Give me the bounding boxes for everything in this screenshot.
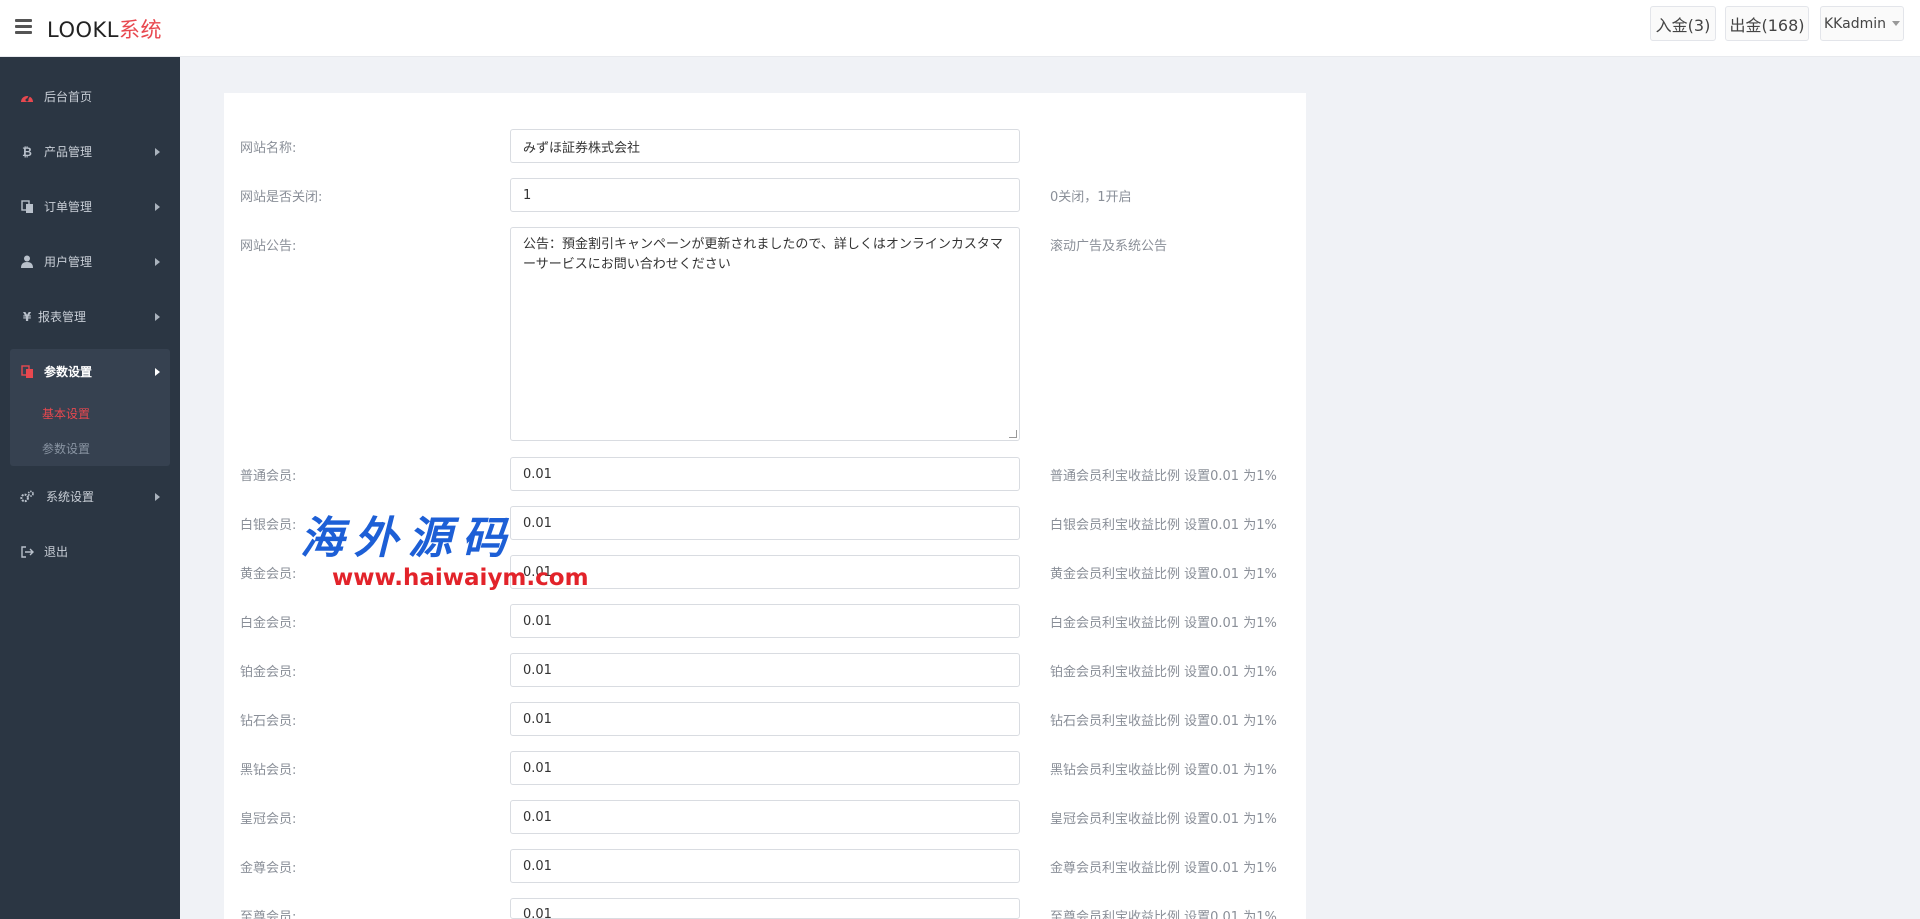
menu-toggle-icon[interactable] bbox=[15, 19, 32, 34]
level-rate-input[interactable]: 0.01 bbox=[510, 800, 1020, 834]
level-label: 白银会员: bbox=[240, 518, 297, 533]
level-rate-input[interactable]: 0.01 bbox=[510, 702, 1020, 736]
level-rate-input[interactable]: 0.01 bbox=[510, 898, 1020, 919]
sidebar-item-label: 退出 bbox=[44, 545, 69, 559]
brand-name-accent: 系统 bbox=[118, 18, 162, 42]
deposit-button[interactable]: 入金(3) bbox=[1650, 6, 1716, 41]
level-label: 黄金会员: bbox=[240, 567, 297, 582]
top-bar: LOOKL系统 入金(3) 出金(168) KKadmin bbox=[0, 0, 1920, 57]
level-label: 白金会员: bbox=[240, 616, 297, 631]
sidebar-item-label: 系统设置 bbox=[46, 490, 95, 504]
user-name: KKadmin bbox=[1824, 15, 1886, 32]
chevron-right-icon bbox=[155, 492, 160, 501]
sidebar: 后台首页 ₿ 产品管理 订单管理 用户管理 ¥ 报表管理 参数设置 基本设置 参… bbox=[0, 57, 180, 919]
sidebar-item-label: 参数设置 bbox=[44, 365, 93, 379]
sidebar-subitem-param-settings[interactable]: 参数设置 bbox=[42, 440, 90, 457]
level-hint: 铂金会员利宝收益比例 设置0.01 为1% bbox=[1050, 665, 1277, 680]
level-rate-input[interactable]: 0.01 bbox=[510, 604, 1020, 638]
watermark: 海外源码 www.haiwaiym.com bbox=[300, 513, 589, 592]
sidebar-item-label: 后台首页 bbox=[44, 90, 93, 104]
sidebar-item-label: 产品管理 bbox=[44, 145, 93, 159]
watermark-url: www.haiwaiym.com bbox=[332, 565, 589, 591]
copy-icon bbox=[20, 199, 34, 214]
brand-name: LOOKL bbox=[47, 18, 119, 42]
sidebar-item-label: 报表管理 bbox=[38, 310, 87, 324]
level-hint: 至尊会员利宝收益比例 设置0.01 为1% bbox=[1050, 910, 1277, 919]
level-label: 皇冠会员: bbox=[240, 812, 297, 827]
user-icon bbox=[20, 255, 34, 269]
sidebar-item-label: 用户管理 bbox=[44, 255, 93, 269]
level-label: 至尊会员: bbox=[240, 910, 297, 919]
sidebar-item-logout[interactable]: 退出 bbox=[0, 524, 180, 579]
chevron-right-icon bbox=[155, 147, 160, 156]
site-name-label: 网站名称: bbox=[240, 141, 297, 156]
sidebar-item-users[interactable]: 用户管理 bbox=[0, 234, 180, 289]
gears-icon bbox=[20, 490, 34, 504]
bitcoin-icon: ₿ bbox=[22, 144, 32, 159]
level-hint: 普通会员利宝收益比例 设置0.01 为1% bbox=[1050, 469, 1277, 484]
sidebar-item-orders[interactable]: 订单管理 bbox=[0, 179, 180, 234]
deposit-label: 入金(3) bbox=[1655, 15, 1711, 35]
level-hint: 黑钻会员利宝收益比例 设置0.01 为1% bbox=[1050, 763, 1277, 778]
sign-out-icon bbox=[20, 545, 34, 559]
chevron-down-icon bbox=[155, 367, 160, 376]
site-closed-hint: 0关闭，1开启 bbox=[1050, 190, 1132, 205]
level-label: 黑钻会员: bbox=[240, 763, 297, 778]
level-rate-input[interactable]: 0.01 bbox=[510, 457, 1020, 491]
level-label: 金尊会员: bbox=[240, 861, 297, 876]
level-rate-input[interactable]: 0.01 bbox=[510, 653, 1020, 687]
yen-icon: ¥ bbox=[22, 309, 32, 324]
notice-hint: 滚动广告及系统公告 bbox=[1050, 239, 1168, 254]
site-name-input[interactable]: みずほ証券株式会社 bbox=[510, 129, 1020, 163]
sidebar-item-products[interactable]: ₿ 产品管理 bbox=[0, 124, 180, 179]
level-hint: 白金会员利宝收益比例 设置0.01 为1% bbox=[1050, 616, 1277, 631]
sidebar-item-params[interactable]: 参数设置 bbox=[0, 344, 180, 399]
level-hint: 皇冠会员利宝收益比例 设置0.01 为1% bbox=[1050, 812, 1277, 827]
withdraw-button[interactable]: 出金(168) bbox=[1725, 6, 1809, 41]
notice-label: 网站公告: bbox=[240, 239, 297, 254]
chevron-right-icon bbox=[155, 257, 160, 266]
site-closed-input[interactable]: 1 bbox=[510, 178, 1020, 212]
withdraw-label: 出金(168) bbox=[1729, 15, 1805, 35]
level-rate-input[interactable]: 0.01 bbox=[510, 849, 1020, 883]
sidebar-item-reports[interactable]: ¥ 报表管理 bbox=[0, 289, 180, 344]
chevron-right-icon bbox=[155, 202, 160, 211]
level-label: 普通会员: bbox=[240, 469, 297, 484]
sidebar-item-label: 订单管理 bbox=[44, 200, 93, 214]
level-hint: 钻石会员利宝收益比例 设置0.01 为1% bbox=[1050, 714, 1277, 729]
notice-textarea[interactable]: 公告：預金割引キャンペーンが更新されましたので、詳しくはオンラインカスタマーサー… bbox=[510, 227, 1020, 441]
sidebar-subitem-basic-settings[interactable]: 基本设置 bbox=[42, 405, 90, 422]
copy-icon bbox=[20, 364, 34, 379]
level-label: 钻石会员: bbox=[240, 714, 297, 729]
notice-text: 公告：預金割引キャンペーンが更新されましたので、詳しくはオンラインカスタマーサー… bbox=[523, 237, 1003, 272]
watermark-text: 海外源码 bbox=[300, 513, 516, 564]
level-hint: 白银会员利宝收益比例 设置0.01 为1% bbox=[1050, 518, 1277, 533]
chevron-down-icon bbox=[1891, 21, 1900, 26]
dashboard-icon bbox=[20, 90, 34, 104]
chevron-right-icon bbox=[155, 312, 160, 321]
sidebar-item-system[interactable]: 系统设置 bbox=[0, 469, 180, 524]
user-menu-button[interactable]: KKadmin bbox=[1820, 6, 1904, 41]
site-closed-label: 网站是否关闭: bbox=[240, 190, 323, 205]
sidebar-item-dashboard[interactable]: 后台首页 bbox=[0, 69, 180, 124]
level-label: 铂金会员: bbox=[240, 665, 297, 680]
level-rate-input[interactable]: 0.01 bbox=[510, 751, 1020, 785]
level-hint: 黄金会员利宝收益比例 设置0.01 为1% bbox=[1050, 567, 1277, 582]
level-hint: 金尊会员利宝收益比例 设置0.01 为1% bbox=[1050, 861, 1277, 876]
brand-logo[interactable]: LOOKL系统 bbox=[47, 14, 162, 44]
resize-grip-icon[interactable] bbox=[1009, 430, 1017, 438]
